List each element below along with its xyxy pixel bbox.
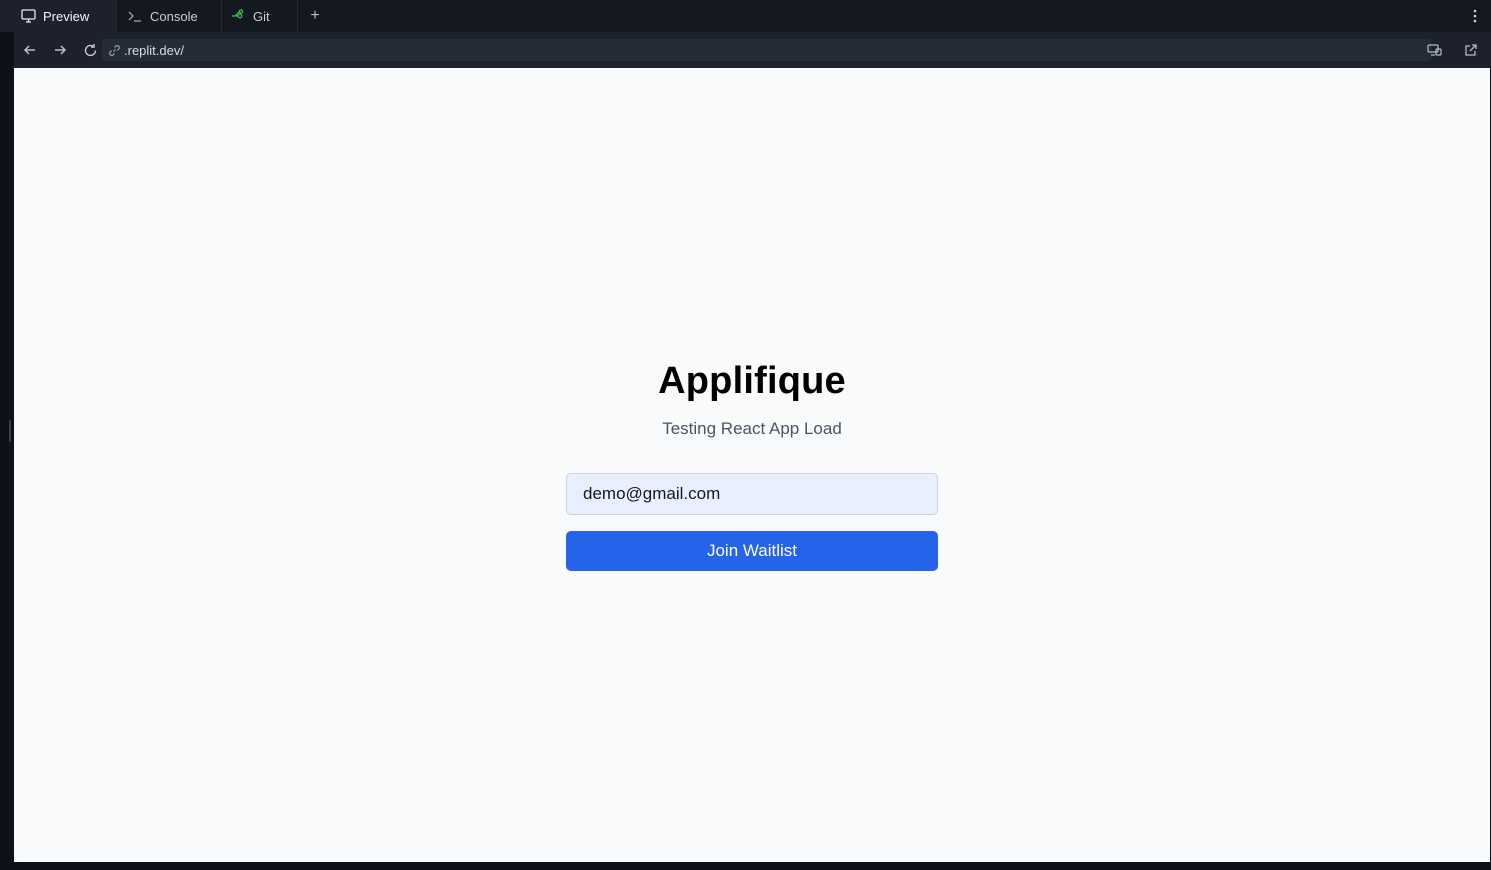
git-branch-icon bbox=[230, 8, 246, 24]
tab-preview[interactable]: Preview bbox=[0, 0, 117, 32]
url-text: .replit.dev/ bbox=[124, 42, 184, 58]
tab-console-label: Console bbox=[150, 8, 198, 24]
resize-handle[interactable] bbox=[9, 420, 11, 442]
arrow-left-icon bbox=[24, 45, 35, 55]
kebab-menu-icon bbox=[1473, 9, 1477, 23]
arrow-right-icon bbox=[55, 45, 66, 55]
link-icon bbox=[109, 44, 120, 56]
tab-git-label: Git bbox=[253, 8, 270, 24]
left-gutter bbox=[0, 0, 14, 870]
tab-bar: Preview Console Git + bbox=[0, 0, 1491, 32]
tab-console[interactable]: Console bbox=[117, 0, 222, 32]
app-title: Applifique bbox=[658, 360, 846, 402]
app-subtitle: Testing React App Load bbox=[662, 419, 842, 438]
add-tab-button[interactable]: + bbox=[298, 0, 332, 32]
replit-workspace: Preview Console Git + .replit.dev/ Appli… bbox=[0, 0, 1491, 870]
forward-button[interactable] bbox=[46, 36, 74, 64]
url-input[interactable]: .replit.dev/ bbox=[102, 39, 1432, 61]
email-input[interactable] bbox=[566, 473, 938, 515]
preview-viewport: Applifique Testing React App Load Join W… bbox=[14, 68, 1490, 862]
devtools-button[interactable] bbox=[1421, 36, 1449, 64]
devices-icon bbox=[1427, 44, 1442, 56]
tab-preview-label: Preview bbox=[43, 8, 90, 24]
browser-nav-bar: .replit.dev/ bbox=[14, 32, 1491, 68]
external-link-icon bbox=[1465, 44, 1477, 56]
plus-icon: + bbox=[310, 7, 320, 24]
reload-icon bbox=[84, 43, 96, 56]
terminal-icon bbox=[127, 8, 143, 24]
back-button[interactable] bbox=[16, 36, 44, 64]
open-new-tab-button[interactable] bbox=[1457, 36, 1485, 64]
monitor-icon bbox=[20, 8, 36, 24]
reload-button[interactable] bbox=[76, 36, 104, 64]
join-waitlist-button[interactable]: Join Waitlist bbox=[566, 531, 938, 571]
more-options-button[interactable] bbox=[1459, 0, 1491, 32]
hero-section: Applifique Testing React App Load bbox=[14, 358, 1490, 440]
tab-git[interactable]: Git bbox=[222, 0, 298, 32]
bottom-edge bbox=[0, 862, 1491, 870]
